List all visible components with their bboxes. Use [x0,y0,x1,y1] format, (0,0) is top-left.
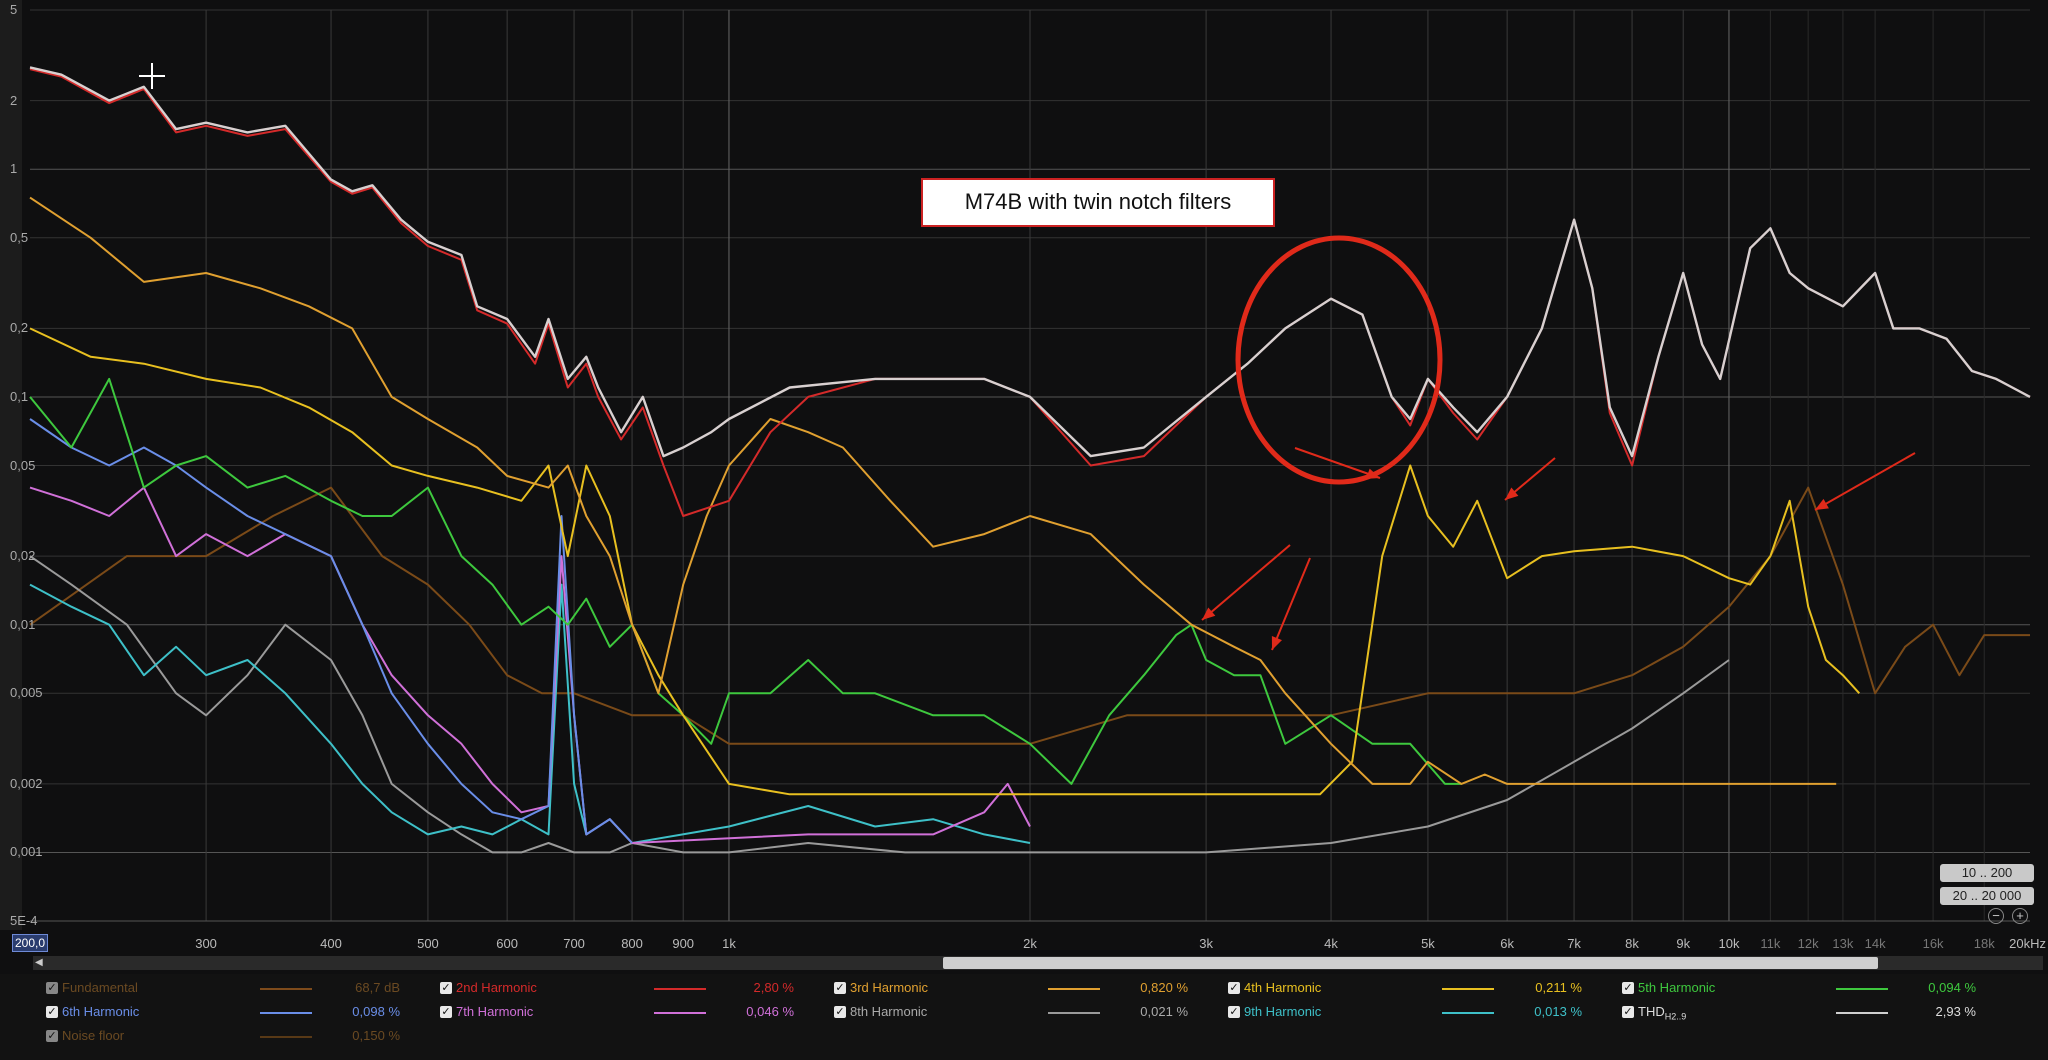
legend-value: 0,094 % [1928,980,1976,995]
x-tick-label: 11k [1760,936,1781,951]
legend-label: 9th Harmonic [1244,1004,1322,1019]
legend-checkbox[interactable]: ✓ [834,1006,846,1018]
legend-checkbox[interactable]: ✓ [46,1030,58,1042]
legend-checkbox[interactable]: ✓ [1622,982,1634,994]
y-tick-label: 0,5 [10,229,29,245]
x-tick-label: 13k [1832,936,1854,951]
x-tick-label: 4k [1324,936,1338,951]
legend-swatch [1442,988,1494,990]
legend-value: 0,046 % [746,1004,794,1019]
legend-swatch [654,1012,706,1014]
legend-checkbox[interactable]: ✓ [1228,1006,1240,1018]
legend-value: 68,7 dB [355,980,400,995]
legend-label: Noise floor [62,1028,125,1043]
y-tick-label: 0,02 [10,548,36,564]
y-tick-label: 0,002 [10,775,43,791]
legend-value: 2,93 % [1935,1004,1976,1019]
x-tick-label: 800 [621,936,643,951]
legend-checkbox[interactable]: ✓ [46,982,58,994]
x-tick-label: 500 [417,936,439,951]
legend-label: 2nd Harmonic [456,980,537,995]
legend-checkbox[interactable]: ✓ [1622,1006,1634,1018]
y-tick-label: 0,01 [10,616,36,632]
legend-checkbox[interactable]: ✓ [46,1006,58,1018]
x-tick-label: 6k [1500,936,1514,951]
x-tick-label: 9k [1676,936,1691,951]
x-tick-label: 8k [1625,936,1639,951]
scroll-left-icon[interactable]: ◀ [35,956,43,970]
legend-label: 7th Harmonic [456,1004,534,1019]
x-tick-label: 2k [1023,936,1037,951]
x-tick-label: 700 [563,936,585,951]
legend-swatch [1442,1012,1494,1014]
legend-value: 0,021 % [1140,1004,1188,1019]
range-10-200-button[interactable]: 10 .. 200 [1940,864,2034,882]
y-tick-label: 0,001 [10,844,43,860]
legend-label: 4th Harmonic [1244,980,1322,995]
legend-label: 3rd Harmonic [850,980,929,995]
x-tick-label: 1k [722,936,736,951]
legend-value: 0,013 % [1534,1004,1582,1019]
x-range-start-field[interactable]: 200,0 [12,934,49,952]
x-tick-label: 5k [1421,936,1435,951]
legend-swatch [1836,1012,1888,1014]
legend-swatch [654,988,706,990]
legend-value: 0,098 % [352,1004,400,1019]
legend-value: 0,820 % [1140,980,1188,995]
legend-swatch [1048,988,1100,990]
x-tick-label: 300 [195,936,217,951]
horizontal-scrollbar[interactable]: ◀ [33,956,2043,970]
y-tick-label: 1 [10,161,18,177]
y-tick-label: 5 [10,2,18,17]
x-tick-label: 7k [1567,936,1581,951]
x-tick-label: 10k [1718,936,1740,951]
legend-swatch [1048,1012,1100,1014]
zoom-in-icon[interactable]: + [2012,908,2028,924]
legend-swatch [260,1012,312,1014]
x-tick-label: 14k [1864,936,1886,951]
legend-label: 5th Harmonic [1638,980,1716,995]
y-tick-label: 0,2 [10,320,29,336]
x-tick-label: 18k [1973,936,1995,951]
x-tick-label: 400 [320,936,342,951]
legend-checkbox[interactable]: ✓ [440,1006,452,1018]
legend-label: THDH2..9 [1638,1004,1687,1022]
legend-label: Fundamental [62,980,138,995]
legend-label: 8th Harmonic [850,1004,928,1019]
x-tick-label: 3k [1199,936,1213,951]
legend-value: 0,150 % [352,1028,400,1043]
y-tick-label: 5E-4 [10,913,38,928]
legend-label: 6th Harmonic [62,1004,140,1019]
legend-swatch [260,1036,312,1038]
x-tick-label: 600 [496,936,518,951]
plot-area [0,0,2048,930]
legend-checkbox[interactable]: ✓ [1228,982,1240,994]
legend-value: 0,211 % [1535,980,1582,995]
legend-panel: ✓ Fundamental 68,7 dB ✓ 2nd Harmonic 2,80 % ✓ 3… [0,974,2048,1060]
legend-checkbox[interactable]: ✓ [834,982,846,994]
legend-swatch [1836,988,1888,990]
x-axis-end-label: 20kHz [2009,936,2046,951]
legend-checkbox[interactable]: ✓ [440,982,452,994]
range-20-20000-button[interactable]: 20 .. 20 000 [1940,887,2034,905]
y-tick-label: 0,1 [10,388,29,404]
legend-swatch [260,988,312,990]
y-tick-label: 0,005 [10,685,43,701]
y-tick-label: 2 [10,92,18,108]
scroll-thumb[interactable] [943,957,1878,969]
y-tick-label: 0,05 [10,457,36,473]
x-tick-label: 900 [672,936,695,951]
x-tick-label: 12k [1797,936,1819,951]
annotation-label: M74B with twin notch filters [921,178,1275,227]
x-tick-label: 16k [1922,936,1944,951]
zoom-out-icon[interactable]: − [1988,908,2004,924]
legend-value: 2,80 % [753,980,794,995]
